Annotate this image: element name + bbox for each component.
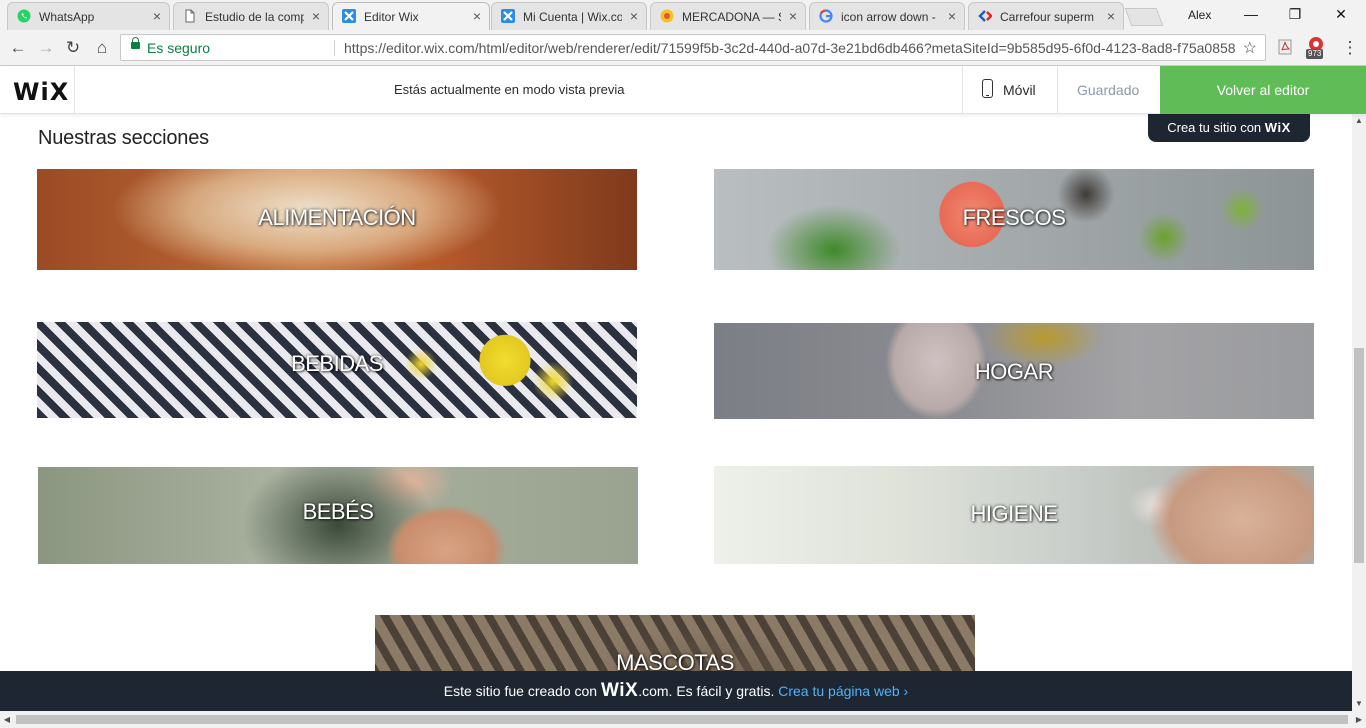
category-card-bebidas[interactable]: BEBIDAS [37, 322, 637, 418]
category-card-bebes[interactable]: BEBÉS [38, 467, 638, 564]
category-label: MASCOTAS [616, 650, 734, 671]
restore-icon[interactable]: ❐ [1272, 0, 1318, 28]
tab-title: WhatsApp [39, 10, 95, 24]
category-card-hogar[interactable]: HOGAR [714, 323, 1314, 419]
wix-logo: WiX [600, 680, 639, 701]
tab-editor-wix[interactable]: Editor Wix × [332, 2, 490, 30]
scroll-left-icon[interactable]: ◀ [0, 711, 14, 728]
back-icon[interactable]: ← [8, 38, 28, 58]
pdf-extension-icon[interactable] [1276, 38, 1294, 56]
divider [74, 66, 75, 114]
vertical-scroll-thumb[interactable] [1354, 348, 1364, 563]
category-card-frescos[interactable]: FRESCOS [714, 169, 1314, 270]
mercadona-icon [660, 9, 674, 23]
browser-toolbar: ← → ↻ ⌂ Es seguro https://editor.wix.com… [0, 30, 1366, 66]
saved-status: Guardado [1077, 82, 1140, 98]
tab-whatsapp[interactable]: WhatsApp × [7, 2, 170, 30]
tab-title: Editor Wix [364, 10, 419, 24]
mobile-phone-icon [982, 79, 993, 98]
wix-icon [342, 9, 356, 23]
new-tab-button[interactable] [1124, 8, 1164, 26]
tab-title: Mi Cuenta | Wix.co [523, 10, 622, 24]
section-title: Nuestras secciones [38, 127, 209, 149]
category-label: HOGAR [974, 359, 1054, 384]
tab-carrefour[interactable]: Carrefour superm × [968, 2, 1124, 30]
mobile-view-label: Móvil [1003, 82, 1036, 98]
extension-with-badge[interactable]: 973 [1306, 36, 1328, 62]
category-label: ALIMENTACIÓN [258, 205, 416, 230]
home-icon[interactable]: ⌂ [92, 38, 112, 58]
wix-ad-banner: Este sitio fue creado con WiX.com. Es fá… [0, 671, 1352, 711]
horizontal-scroll-thumb[interactable] [16, 715, 1348, 724]
extension-badge-count: 973 [1306, 49, 1324, 59]
banner-text-2: .com. Es fácil y gratis. [638, 683, 775, 699]
create-website-link[interactable]: Crea tu página web › [778, 683, 908, 699]
horizontal-scrollbar[interactable]: ◀ ▶ [0, 711, 1366, 728]
create-site-badge[interactable]: Crea tu sitio con WiX [1148, 114, 1310, 142]
close-window-icon[interactable]: ✕ [1318, 0, 1364, 28]
tab-close-icon[interactable]: × [312, 8, 320, 24]
tab-mercadona[interactable]: MERCADONA — S × [650, 2, 806, 30]
tab-google[interactable]: icon arrow down - × [809, 2, 965, 30]
preview-mode-message: Estás actualmente en modo vista previa [394, 82, 625, 97]
scroll-up-icon[interactable]: ▲ [1352, 114, 1366, 128]
url-text[interactable]: https://editor.wix.com/html/editor/web/r… [344, 40, 1235, 56]
tab-mi-cuenta[interactable]: Mi Cuenta | Wix.co × [491, 2, 647, 30]
tab-title: Estudio de la comp [205, 10, 304, 24]
site-content: Nuestras secciones Crea tu sitio con WiX… [0, 114, 1352, 671]
vertical-scrollbar[interactable]: ▲ ▼ [1352, 114, 1366, 711]
wix-preview-bar: WiX Estás actualmente en modo vista prev… [0, 66, 1366, 114]
scroll-right-icon[interactable]: ▶ [1352, 711, 1366, 728]
wix-icon [501, 9, 515, 23]
mobile-view-button[interactable]: Móvil [962, 66, 1057, 114]
category-label: BEBIDAS [291, 351, 383, 376]
wix-logo: WiX [13, 78, 70, 106]
secure-label: Es seguro [147, 40, 211, 56]
category-label: HIGIENE [970, 501, 1058, 526]
tab-title: Carrefour superm [1000, 10, 1095, 24]
omnibox-divider [334, 40, 335, 56]
tab-close-icon[interactable]: × [153, 8, 161, 24]
category-card-mascotas[interactable]: MASCOTAS [375, 615, 975, 671]
document-icon [185, 9, 195, 23]
bookmark-star-icon[interactable]: ☆ [1243, 38, 1257, 58]
carrefour-icon [978, 10, 992, 22]
tab-title: MERCADONA — S [682, 10, 781, 24]
lock-icon [131, 37, 140, 49]
tab-close-icon[interactable]: × [1107, 8, 1115, 24]
category-card-higiene[interactable]: HIGIENE [714, 466, 1314, 564]
whatsapp-icon [17, 9, 31, 23]
scroll-down-icon[interactable]: ▼ [1352, 697, 1366, 711]
tab-close-icon[interactable]: × [473, 8, 481, 24]
category-label: FRESCOS [962, 205, 1066, 230]
reload-icon[interactable]: ↻ [63, 38, 83, 58]
tab-close-icon[interactable]: × [630, 8, 638, 24]
forward-icon[interactable]: → [36, 38, 56, 58]
tab-close-icon[interactable]: × [948, 8, 956, 24]
tab-close-icon[interactable]: × [789, 8, 797, 24]
badge-text: Crea tu sitio con [1167, 120, 1262, 135]
banner-text: Este sitio fue creado con [443, 683, 598, 699]
category-label: BEBÉS [302, 499, 374, 524]
google-icon [819, 9, 833, 23]
tab-title: icon arrow down - [841, 10, 936, 24]
browser-menu-icon[interactable]: ⋮ [1340, 38, 1360, 58]
back-to-editor-button[interactable]: Volver al editor [1160, 66, 1366, 114]
profile-name[interactable]: Alex [1188, 8, 1211, 22]
wix-logo: WiX [1264, 120, 1291, 135]
tab-estudio[interactable]: Estudio de la comp × [173, 2, 329, 30]
address-bar[interactable]: Es seguro https://editor.wix.com/html/ed… [120, 34, 1266, 61]
divider [1057, 66, 1058, 114]
browser-tab-strip: WhatsApp × Estudio de la comp × Editor W… [0, 0, 1366, 30]
minimize-icon[interactable]: — [1228, 0, 1274, 28]
category-card-alimentacion[interactable]: ALIMENTACIÓN [37, 169, 637, 270]
